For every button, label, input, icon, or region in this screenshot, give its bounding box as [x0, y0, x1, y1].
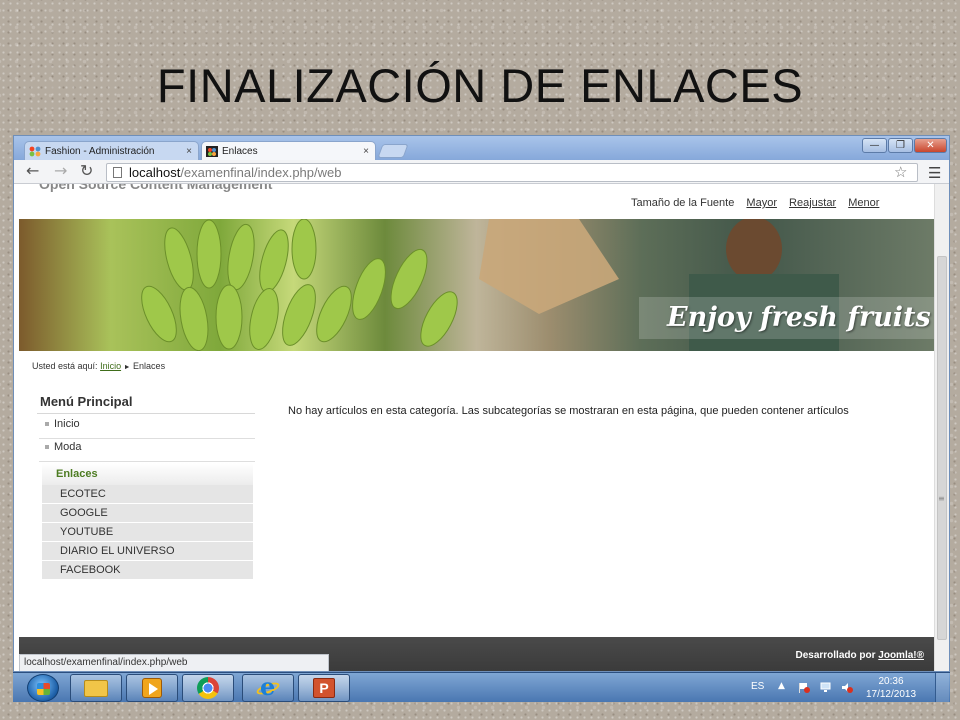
menu-item-enlaces[interactable]: Enlaces — [42, 463, 253, 485]
powerpoint-icon: P — [313, 678, 335, 698]
media-player-icon — [142, 678, 162, 698]
scrollbar-grip-icon: ≡ — [938, 494, 945, 503]
bullet-icon — [45, 422, 49, 427]
media-player-taskbar-button[interactable] — [126, 674, 178, 702]
submenu-item-youtube[interactable]: YOUTUBE — [42, 523, 253, 542]
title-bar: Fashion - Administración × Enlaces × — ❐… — [14, 136, 949, 160]
menu-icon[interactable]: ☰ — [928, 164, 941, 182]
close-button[interactable]: ✕ — [914, 138, 947, 153]
show-desktop-button[interactable] — [935, 673, 949, 702]
internet-explorer-icon: e — [255, 674, 281, 700]
breadcrumb-prefix: Usted está aquí: — [32, 361, 98, 371]
menu-divider — [39, 461, 255, 462]
browser-toolbar: ← → ↻ localhost/examenfinal/index.php/we… — [14, 160, 949, 184]
font-size-label: Tamaño de la Fuente — [631, 197, 735, 209]
tab-label: Fashion - Administración — [45, 146, 155, 157]
new-tab-button[interactable] — [377, 144, 409, 158]
browser-window: Fashion - Administración × Enlaces × — ❐… — [13, 135, 950, 672]
site-slogan: Open Source Content Management — [39, 184, 273, 192]
start-button[interactable] — [27, 674, 59, 702]
breadcrumb-home-link[interactable]: Inicio — [100, 361, 121, 371]
breadcrumb-current: Enlaces — [133, 361, 166, 371]
menu-title: Menú Principal — [40, 394, 133, 409]
windows-logo-icon — [37, 683, 50, 695]
submenu-item-google[interactable]: GOOGLE — [42, 504, 253, 523]
menu-item-label: Moda — [54, 441, 82, 453]
header-banner-image: Enjoy fresh fruits — [19, 219, 934, 351]
address-host: localhost — [129, 165, 181, 180]
font-bigger-link[interactable]: Mayor — [746, 197, 777, 209]
font-size-controls: Tamaño de la Fuente Mayor Reajustar Meno… — [631, 197, 879, 209]
tab-label: Enlaces — [222, 146, 258, 157]
clock-date: 17/12/2013 — [865, 689, 917, 700]
menu-item-inicio[interactable]: Inicio — [45, 418, 80, 430]
bookmark-star-icon[interactable]: ☆ — [894, 163, 907, 181]
folder-icon — [84, 679, 108, 697]
tab-close-icon[interactable]: × — [186, 142, 192, 161]
address-path: /examenfinal/index.php/web — [180, 165, 342, 180]
page-icon — [113, 167, 122, 178]
clock-time: 20:36 — [878, 676, 904, 687]
network-icon[interactable] — [820, 682, 832, 693]
powerpoint-taskbar-button[interactable]: P — [298, 674, 350, 702]
back-arrow-icon[interactable]: ← — [26, 162, 39, 180]
page-content: Open Source Content Management Tamaño de… — [19, 184, 934, 671]
category-empty-message: No hay artículos en esta categoría. Las … — [288, 405, 849, 417]
show-hidden-icons-icon[interactable]: ▲ — [778, 681, 785, 691]
menu-divider — [39, 438, 255, 439]
bullet-icon — [45, 445, 49, 450]
tab-enlaces[interactable]: Enlaces × — [201, 141, 376, 160]
joomla-link[interactable]: Joomla!® — [878, 650, 924, 661]
system-clock[interactable]: 20:36 17/12/2013 — [861, 675, 921, 701]
submenu-item-facebook[interactable]: FACEBOOK — [42, 561, 253, 580]
maximize-button[interactable]: ❐ — [888, 138, 913, 153]
joomla-icon — [29, 146, 41, 157]
breadcrumb-separator-icon: ► — [123, 364, 131, 371]
tab-close-icon[interactable]: × — [363, 142, 369, 161]
footer-prefix: Desarrollado por — [795, 650, 876, 661]
vertical-scrollbar[interactable]: ≡ — [934, 184, 949, 671]
volume-muted-icon[interactable] — [841, 682, 853, 693]
footer-credit: Desarrollado por Joomla!® — [795, 650, 924, 661]
menu-divider — [37, 413, 255, 414]
joomla-icon — [206, 146, 218, 157]
status-bar-url: localhost/examenfinal/index.php/web — [19, 654, 329, 671]
action-center-flag-icon[interactable] — [798, 682, 810, 693]
menu-item-moda[interactable]: Moda — [45, 441, 82, 453]
minimize-button[interactable]: — — [862, 138, 887, 153]
slide-title: FINALIZACIÓN DE ENLACES — [156, 59, 804, 112]
language-indicator[interactable]: ES — [751, 681, 764, 692]
scrollbar-thumb[interactable] — [937, 256, 947, 640]
menu-item-label: Inicio — [54, 418, 80, 430]
submenu-item-diario-el-universo[interactable]: DIARIO EL UNIVERSO — [42, 542, 253, 561]
font-smaller-link[interactable]: Menor — [848, 197, 879, 209]
explorer-taskbar-button[interactable] — [70, 674, 122, 702]
submenu-item-ecotec[interactable]: ECOTEC — [42, 485, 253, 504]
reload-icon[interactable]: ↻ — [80, 162, 93, 180]
breadcrumb: Usted está aquí: Inicio ► Enlaces — [32, 361, 165, 371]
tab-administracion[interactable]: Fashion - Administración × — [24, 141, 199, 160]
banner-slogan: Enjoy fresh fruits — [667, 302, 931, 333]
ie-taskbar-button[interactable]: e — [242, 674, 294, 702]
font-reset-link[interactable]: Reajustar — [789, 197, 836, 209]
chrome-taskbar-button[interactable] — [182, 674, 234, 702]
address-bar[interactable]: localhost/examenfinal/index.php/web — [106, 163, 918, 182]
chrome-icon — [197, 677, 219, 699]
forward-arrow-icon[interactable]: → — [54, 162, 67, 180]
windows-taskbar: e P ES ▲ 20:36 17/12/2013 — [13, 672, 950, 702]
